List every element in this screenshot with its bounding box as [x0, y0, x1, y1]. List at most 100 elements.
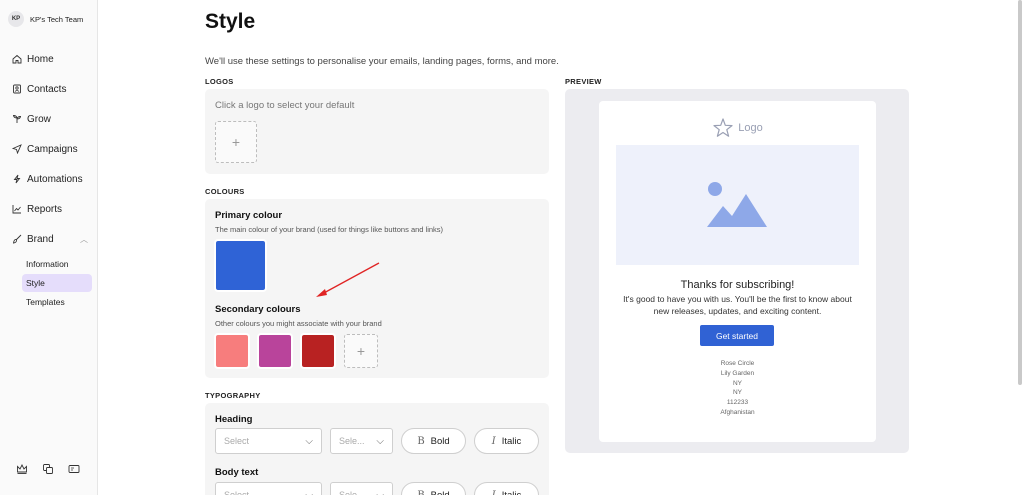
typography-section-label: TYPOGRAPHY [205, 391, 261, 400]
chevron-down-icon: ⌵ [305, 435, 313, 447]
page-scrollbar[interactable] [1018, 0, 1022, 385]
typography-card: Heading Select ⌵ Sele... ⌵ B Bold I Ital… [205, 403, 549, 495]
nav-label: Reports [27, 203, 63, 215]
nav-label: Home [27, 53, 54, 65]
bold-label: Bold [430, 435, 450, 447]
team-name: KP's Tech Team [30, 14, 84, 24]
bolt-icon [12, 174, 22, 184]
heading-font-select[interactable]: Select ⌵ [215, 428, 322, 454]
secondary-colour-swatch[interactable] [300, 333, 336, 369]
sidebar-sub-style[interactable]: Style [22, 274, 92, 292]
chevron-down-icon: ⌵ [376, 489, 384, 495]
email-preview: Logo Thanks for subscribing! It's good t… [599, 101, 876, 442]
secondary-colours-desc: Other colours you might associate with y… [215, 319, 382, 328]
heading-font-value: Select [224, 436, 250, 446]
heading-size-value: Sele... [339, 436, 365, 446]
chevron-down-icon: ⌵ [376, 435, 384, 447]
email-hero-image [616, 145, 859, 265]
main-content: Style We'll use these settings to person… [98, 0, 1024, 495]
arrow-annotation [316, 262, 380, 297]
logos-hint: Click a logo to select your default [215, 100, 355, 111]
email-logo: Logo [599, 117, 876, 139]
body-font-title: Body text [215, 467, 259, 478]
body-font-select[interactable]: Select ⌵ [215, 482, 322, 495]
send-icon [12, 144, 22, 154]
address-line: Lily Garden [720, 369, 755, 377]
heading-font-title: Heading [215, 414, 253, 425]
team-avatar: KP [8, 11, 24, 27]
primary-colour-desc: The main colour of your brand (used for … [215, 225, 444, 234]
sidebar: KP KP's Tech Team Home Contacts Grow Cam… [0, 0, 98, 495]
colours-card: Primary colour The main colour of your b… [205, 199, 549, 378]
preview-panel: Logo Thanks for subscribing! It's good t… [565, 89, 909, 453]
main-nav: Home Contacts Grow Campaigns Automations… [0, 44, 98, 312]
heading-italic-toggle[interactable]: I Italic [474, 428, 539, 454]
nav-item-grow[interactable]: Grow [0, 104, 98, 134]
nav-label: Contacts [27, 83, 67, 95]
nav-item-reports[interactable]: Reports [0, 194, 98, 224]
nav-label: Grow [27, 113, 51, 125]
team-switcher[interactable]: KP KP's Tech Team [8, 11, 83, 27]
chevron-up-icon[interactable]: ︿ [80, 234, 88, 245]
italic-label: Italic [501, 489, 522, 495]
nav-label: Brand [27, 233, 54, 245]
nav-label: Automations [27, 173, 83, 185]
body-italic-toggle[interactable]: I Italic [474, 482, 539, 495]
address-line: Afghanistan [720, 408, 755, 416]
address-line: Rose Circle [720, 360, 755, 367]
address-line: NY [732, 379, 743, 387]
logos-card: Click a logo to select your default + [205, 89, 549, 174]
secondary-colours-title: Secondary colours [215, 304, 301, 315]
address-line: 112233 [726, 399, 749, 407]
email-logo-text: Logo [738, 122, 763, 134]
email-address: Rose Circle Lily Garden NY NY 112233 Afg… [599, 359, 876, 418]
crown-icon[interactable] [16, 463, 28, 475]
address-line: NY [732, 389, 743, 397]
bold-icon: B [417, 435, 425, 447]
nav-item-home[interactable]: Home [0, 44, 98, 74]
body-size-select[interactable]: Sele... ⌵ [330, 482, 393, 495]
body-bold-toggle[interactable]: B Bold [401, 482, 466, 495]
preview-section-label: PREVIEW [565, 77, 602, 86]
add-logo-button[interactable]: + [215, 121, 257, 163]
italic-icon: I [491, 489, 496, 495]
brush-icon [12, 234, 22, 244]
email-body: It's good to have you with us. You'll be… [623, 294, 852, 316]
email-heading: Thanks for subscribing! [680, 279, 795, 291]
nav-item-automations[interactable]: Automations [0, 164, 98, 194]
nav-item-contacts[interactable]: Contacts [0, 74, 98, 104]
home-icon [12, 54, 22, 64]
card-icon[interactable] [68, 463, 80, 475]
bold-icon: B [417, 489, 425, 495]
page-description: We'll use these settings to personalise … [205, 56, 559, 67]
secondary-colour-swatch[interactable] [214, 333, 250, 369]
image-placeholder-icon [707, 182, 767, 227]
italic-icon: I [491, 435, 496, 447]
bold-label: Bold [430, 489, 450, 495]
chevron-down-icon: ⌵ [305, 489, 313, 495]
email-cta-button[interactable]: Get started [700, 325, 774, 346]
body-size-value: Sele... [339, 490, 365, 495]
logos-section-label: LOGOS [205, 77, 234, 86]
add-secondary-colour-button[interactable]: + [344, 334, 378, 368]
page-title: Style [205, 10, 256, 33]
primary-colour-title: Primary colour [215, 210, 283, 221]
secondary-colour-swatch[interactable] [257, 333, 293, 369]
sidebar-sub-information[interactable]: Information [22, 255, 92, 273]
body-font-value: Select [224, 490, 250, 495]
copy-icon[interactable] [42, 463, 54, 475]
italic-label: Italic [501, 435, 522, 447]
sidebar-footer [16, 463, 80, 475]
grow-icon [12, 114, 22, 124]
logo-star-icon [713, 118, 733, 137]
colours-section-label: COLOURS [205, 187, 245, 196]
contacts-icon [12, 84, 22, 94]
nav-item-campaigns[interactable]: Campaigns [0, 134, 98, 164]
primary-colour-swatch[interactable] [214, 239, 267, 292]
chart-icon [12, 204, 22, 214]
nav-item-brand[interactable]: Brand ︿ [0, 224, 98, 254]
nav-label: Campaigns [27, 143, 78, 155]
heading-size-select[interactable]: Sele... ⌵ [330, 428, 393, 454]
sidebar-sub-templates[interactable]: Templates [22, 293, 92, 311]
heading-bold-toggle[interactable]: B Bold [401, 428, 466, 454]
